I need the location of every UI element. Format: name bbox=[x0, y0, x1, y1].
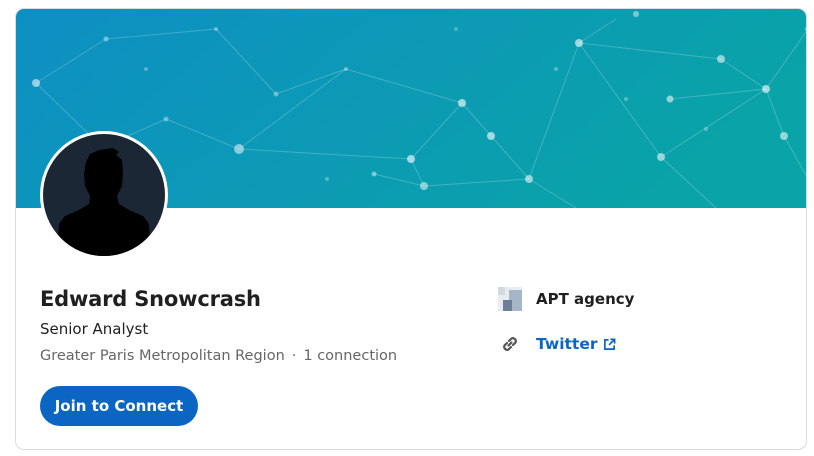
link-chain-icon bbox=[503, 337, 517, 351]
meta-separator: · bbox=[291, 348, 297, 364]
external-link-icon bbox=[604, 338, 616, 350]
profile-name: Edward Snowcrash bbox=[40, 287, 261, 311]
company-row[interactable]: APT agency bbox=[498, 287, 634, 311]
profile-meta: Greater Paris Metropolitan Region · 1 conn… bbox=[40, 348, 397, 364]
company-name[interactable]: APT agency bbox=[536, 290, 634, 308]
website-row: Twitter bbox=[498, 332, 616, 356]
company-logo-icon bbox=[498, 287, 522, 311]
profile-card: Edward Snowcrash Senior Analyst Greater … bbox=[15, 8, 807, 450]
twitter-link-label[interactable]: Twitter bbox=[536, 335, 597, 353]
join-to-connect-button[interactable]: Join to Connect bbox=[40, 386, 198, 426]
profile-avatar bbox=[40, 131, 168, 259]
twitter-link[interactable]: Twitter bbox=[536, 335, 616, 353]
profile-headline: Senior Analyst bbox=[40, 320, 149, 338]
profile-connections: 1 connection bbox=[303, 348, 398, 364]
profile-location: Greater Paris Metropolitan Region bbox=[40, 348, 285, 364]
person-silhouette-icon bbox=[43, 134, 165, 256]
